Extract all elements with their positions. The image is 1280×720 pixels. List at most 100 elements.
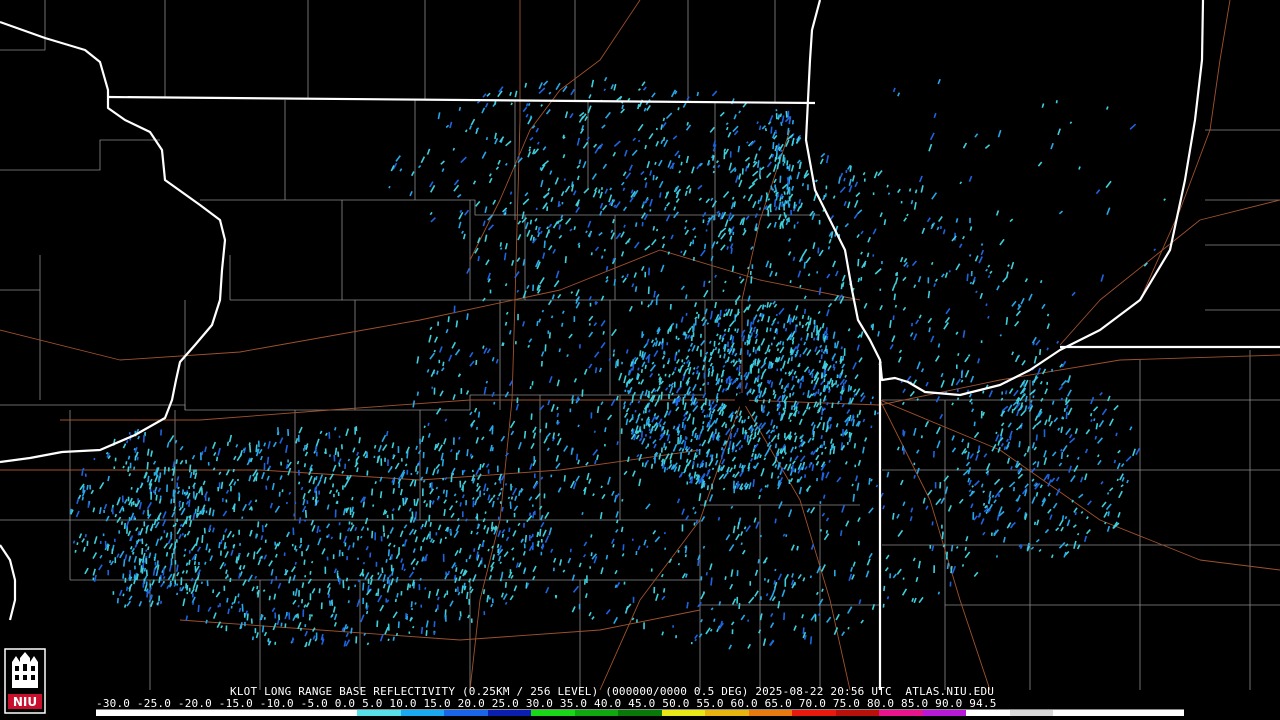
echo-mark: [615, 528, 619, 533]
echo-mark: [1078, 493, 1084, 499]
echo-mark: [970, 503, 974, 509]
echo-mark: [828, 238, 832, 244]
echo-mark: [637, 123, 644, 132]
echo-mark: [582, 553, 587, 558]
echo-mark: [847, 626, 850, 630]
echo-mark: [707, 370, 711, 377]
echo-mark: [655, 415, 660, 420]
echo-mark: [766, 161, 772, 168]
echo-mark: [808, 369, 811, 374]
echo-mark: [693, 367, 696, 370]
echo-mark: [628, 164, 633, 172]
echo-mark: [691, 371, 695, 376]
echo-mark: [179, 459, 184, 465]
echo-mark: [764, 356, 768, 360]
echo-mark: [1038, 548, 1042, 553]
echo-mark: [233, 455, 237, 461]
echo-mark: [682, 249, 687, 256]
echo-mark: [495, 359, 499, 364]
echo-mark: [145, 569, 148, 577]
echo-mark: [1068, 433, 1073, 439]
echo-mark: [668, 374, 671, 378]
echo-mark: [678, 397, 682, 403]
echo-mark: [698, 443, 702, 447]
echo-mark: [530, 413, 533, 420]
echo-mark: [754, 333, 759, 339]
echo-mark: [786, 160, 789, 166]
echo-mark: [1125, 455, 1132, 462]
echo-mark: [658, 379, 661, 383]
echo-mark: [931, 223, 934, 227]
echo-mark: [739, 348, 743, 356]
echo-mark: [144, 575, 148, 580]
echo-mark: [204, 446, 207, 453]
echo-mark: [982, 502, 986, 506]
echo-mark: [811, 464, 815, 472]
echo-mark: [940, 273, 945, 278]
echo-mark: [964, 356, 969, 363]
echo-mark: [308, 475, 313, 484]
echo-mark: [685, 294, 688, 299]
echo-mark: [105, 515, 110, 522]
echo-mark: [707, 367, 711, 372]
echo-mark: [409, 516, 413, 523]
echo-mark: [679, 452, 682, 460]
echo-mark: [425, 466, 429, 475]
echo-mark: [700, 405, 703, 411]
echo-mark: [712, 170, 715, 174]
echo-mark: [600, 255, 604, 259]
echo-mark: [610, 232, 615, 240]
echo-mark: [386, 585, 391, 593]
echo-mark: [767, 198, 771, 201]
echo-mark: [1006, 438, 1009, 443]
echo-mark: [677, 368, 680, 372]
echo-mark: [246, 552, 250, 558]
echo-mark: [1132, 448, 1136, 457]
echo-mark: [664, 446, 668, 451]
echo-mark: [226, 530, 232, 539]
echo-mark: [1012, 401, 1018, 406]
echo-mark: [421, 523, 424, 528]
echo-mark: [832, 364, 835, 369]
echo-mark: [408, 571, 414, 578]
echo-mark: [271, 482, 275, 491]
echo-mark: [856, 233, 860, 239]
echo-mark: [1074, 428, 1078, 435]
echo-mark: [455, 567, 458, 572]
echo-mark: [636, 453, 640, 458]
echo-mark: [661, 595, 666, 601]
echo-mark: [714, 346, 718, 351]
echo-mark: [421, 537, 426, 543]
echo-mark: [372, 504, 375, 507]
echo-mark: [192, 581, 197, 590]
echo-mark: [587, 105, 592, 114]
echo-mark: [285, 444, 288, 453]
echo-mark: [993, 499, 997, 504]
echo-mark: [522, 106, 528, 113]
echo-mark: [1024, 405, 1028, 411]
echo-mark: [721, 421, 726, 428]
echo-mark: [819, 158, 824, 165]
echo-mark: [753, 377, 757, 384]
colorbar-swatch: [1009, 710, 1054, 716]
colorbar-swatch: [400, 710, 445, 716]
echo-mark: [516, 257, 521, 262]
echo-mark: [255, 473, 258, 482]
echo-mark: [558, 203, 562, 207]
echo-mark: [889, 344, 894, 350]
echo-mark: [969, 281, 973, 285]
echo-mark: [98, 564, 103, 571]
echo-mark: [613, 204, 617, 208]
echo-mark: [186, 530, 191, 536]
echo-mark: [717, 342, 721, 346]
echo-mark: [839, 186, 846, 194]
echo-mark: [623, 375, 627, 384]
echo-mark: [387, 638, 390, 642]
echo-mark: [827, 302, 833, 308]
echo-mark: [347, 458, 351, 462]
echo-mark: [740, 444, 743, 449]
echo-mark: [750, 458, 754, 462]
echo-mark: [1105, 180, 1112, 189]
echo-mark: [825, 425, 829, 433]
echo-mark: [453, 493, 457, 497]
